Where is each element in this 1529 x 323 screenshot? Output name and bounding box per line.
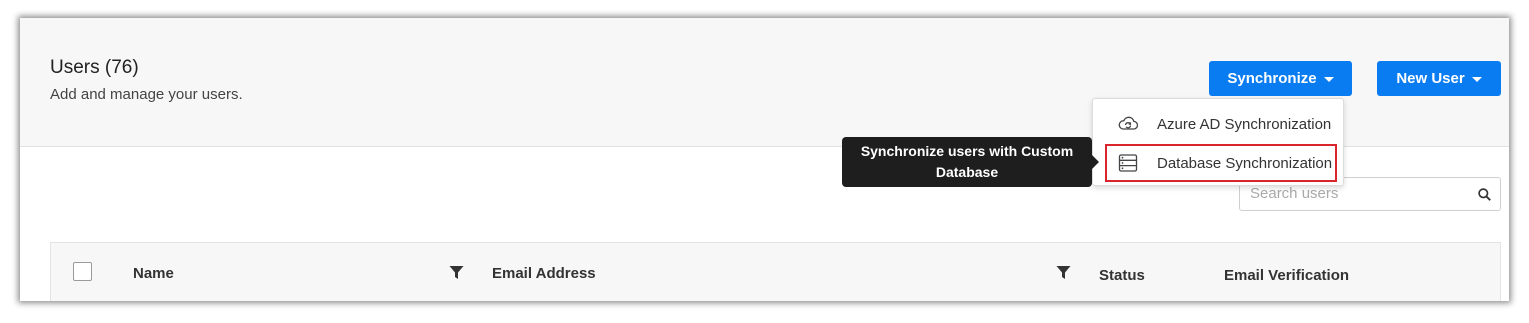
column-header-email-verification[interactable]: Email Verification [1224, 267, 1349, 284]
users-page: Users (76) Add and manage your users. Sy… [20, 18, 1509, 301]
caret-down-icon [1471, 77, 1482, 82]
new-user-button[interactable]: New User [1377, 61, 1501, 96]
column-header-email-address[interactable]: Email Address [492, 265, 596, 282]
filter-icon[interactable] [1056, 265, 1071, 285]
filter-icon[interactable] [449, 265, 464, 285]
page-title: Users (76) [50, 57, 139, 78]
menu-item-label: Database Synchronization [1157, 154, 1333, 172]
column-header-status[interactable]: Status [1099, 267, 1145, 284]
cloud-sync-icon [1117, 113, 1139, 135]
database-icon [1117, 152, 1139, 174]
tooltip-text: Synchronize users with Custom Database [860, 143, 1074, 180]
synchronize-button-label: Synchronize [1227, 70, 1317, 87]
select-all-checkbox[interactable] [73, 262, 92, 281]
search-icon[interactable] [1478, 188, 1491, 206]
menu-item-azure-ad-sync[interactable]: Azure AD Synchronization [1105, 105, 1337, 143]
menu-item-database-sync[interactable]: Database Synchronization [1105, 144, 1337, 182]
synchronize-button[interactable]: Synchronize [1209, 61, 1352, 96]
new-user-button-label: New User [1396, 70, 1465, 87]
menu-item-label: Azure AD Synchronization [1157, 115, 1332, 133]
page-subtitle: Add and manage your users. [50, 86, 243, 103]
column-header-name[interactable]: Name [133, 265, 174, 282]
synchronize-dropdown-menu: Azure AD Synchronization Database Synchr… [1092, 98, 1344, 186]
tooltip-database-sync: Synchronize users with Custom Database [842, 137, 1099, 187]
users-table-header: Name Email Address Status Email Verifica… [50, 242, 1501, 301]
caret-down-icon [1323, 77, 1334, 82]
